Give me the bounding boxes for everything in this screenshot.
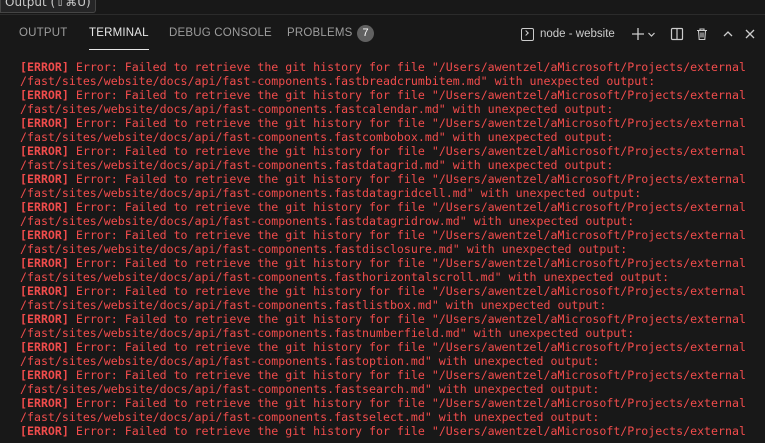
terminal-line: [ERROR] Error: Failed to retrieve the gi…	[20, 60, 765, 74]
tab-terminal[interactable]: TERMINAL	[89, 27, 149, 50]
terminal-line-text: /fast/sites/website/docs/api/fast-compon…	[20, 270, 670, 284]
chevron-down-icon[interactable]	[645, 24, 657, 44]
tab-debug-console-label: DEBUG CONSOLE	[169, 27, 272, 39]
error-tag: [ERROR]	[20, 396, 69, 410]
terminal-line: [ERROR] Error: Failed to retrieve the gi…	[20, 368, 765, 382]
terminal-line-text: /fast/sites/website/docs/api/fast-compon…	[20, 158, 614, 172]
terminal-line-text: /fast/sites/website/docs/api/fast-compon…	[20, 410, 600, 424]
error-tag: [ERROR]	[20, 284, 69, 298]
error-tag: [ERROR]	[20, 172, 69, 186]
terminal-line: [ERROR] Error: Failed to retrieve the gi…	[20, 144, 765, 158]
terminal-line-text: /fast/sites/website/docs/api/fast-compon…	[20, 130, 614, 144]
terminal-line: [ERROR] Error: Failed to retrieve the gi…	[20, 256, 765, 270]
error-tag: [ERROR]	[20, 256, 69, 270]
terminal-line: [ERROR] Error: Failed to retrieve the gi…	[20, 284, 765, 298]
terminal-line: /fast/sites/website/docs/api/fast-compon…	[20, 102, 765, 116]
error-tag: [ERROR]	[20, 60, 69, 74]
terminal-line: /fast/sites/website/docs/api/fast-compon…	[20, 410, 765, 424]
panel-tab-bar: OUTPUT TERMINAL DEBUG CONSOLE PROBLEMS 7…	[0, 14, 765, 55]
error-tag: [ERROR]	[20, 228, 69, 242]
terminal-line-text: /fast/sites/website/docs/api/fast-compon…	[20, 242, 628, 256]
error-tag: [ERROR]	[20, 312, 69, 326]
terminal-picker-label: node - website	[540, 28, 615, 40]
error-tag: [ERROR]	[20, 88, 69, 102]
terminal-line-text: Error: Failed to retrieve the git histor…	[68, 116, 746, 130]
active-tab-indicator	[89, 49, 149, 50]
split-icon[interactable]	[667, 24, 687, 44]
terminal-line: [ERROR] Error: Failed to retrieve the gi…	[20, 340, 765, 354]
terminal-line-text: Error: Failed to retrieve the git histor…	[68, 340, 746, 354]
tab-debug-console[interactable]: DEBUG CONSOLE	[169, 27, 272, 39]
terminal-line-text: Error: Failed to retrieve the git histor…	[68, 256, 746, 270]
terminal-line: [ERROR] Error: Failed to retrieve the gi…	[20, 312, 765, 326]
terminal-output[interactable]: [ERROR] Error: Failed to retrieve the gi…	[20, 60, 765, 443]
terminal-line-text: Error: Failed to retrieve the git histor…	[68, 368, 746, 382]
terminal-line-text: /fast/sites/website/docs/api/fast-compon…	[20, 102, 614, 116]
tab-problems-label: PROBLEMS	[287, 27, 353, 39]
output-tooltip: Output (⇧⌘U)	[0, 0, 96, 13]
terminal-line: [ERROR] Error: Failed to retrieve the gi…	[20, 228, 765, 242]
terminal-line-text: Error: Failed to retrieve the git histor…	[68, 200, 746, 214]
error-tag: [ERROR]	[20, 340, 69, 354]
error-tag: [ERROR]	[20, 144, 69, 158]
terminal-line-text: Error: Failed to retrieve the git histor…	[68, 144, 746, 158]
terminal-line: [ERROR] Error: Failed to retrieve the gi…	[20, 88, 765, 102]
terminal-line: /fast/sites/website/docs/api/fast-compon…	[20, 242, 765, 256]
terminal-line-text: Error: Failed to retrieve the git histor…	[68, 396, 746, 410]
error-tag: [ERROR]	[20, 200, 69, 214]
terminal-line-text: Error: Failed to retrieve the git histor…	[68, 312, 746, 326]
terminal-line: [ERROR] Error: Failed to retrieve the gi…	[20, 116, 765, 130]
terminal-line: /fast/sites/website/docs/api/fast-compon…	[20, 270, 765, 284]
tab-problems[interactable]: PROBLEMS	[287, 27, 353, 39]
terminal-picker[interactable]: node - website	[521, 25, 615, 43]
terminal-line-text: Error: Failed to retrieve the git histor…	[68, 88, 746, 102]
panel: Output (⇧⌘U) OUTPUT TERMINAL DEBUG CONSO…	[0, 0, 765, 443]
terminal-line: /fast/sites/website/docs/api/fast-compon…	[20, 74, 765, 88]
chevron-up-icon[interactable]	[718, 24, 738, 44]
close-icon[interactable]	[740, 24, 760, 44]
terminal-line: [ERROR] Error: Failed to retrieve the gi…	[20, 424, 765, 438]
terminal-line: /fast/sites/website/docs/api/fast-compon…	[20, 214, 765, 228]
terminal-line-text: /fast/sites/website/docs/api/fast-compon…	[20, 354, 600, 368]
terminal-line-text: /fast/sites/website/docs/api/fast-compon…	[20, 298, 607, 312]
terminal-line: /fast/sites/website/docs/api/fast-compon…	[20, 186, 765, 200]
tab-output-label: OUTPUT	[19, 27, 68, 39]
terminal-line: /fast/sites/website/docs/api/fast-compon…	[20, 354, 765, 368]
terminal-line-text: /fast/sites/website/docs/api/fast-compon…	[20, 186, 642, 200]
terminal-line: [ERROR] Error: Failed to retrieve the gi…	[20, 396, 765, 410]
terminal-line-text: /fast/sites/website/docs/api/fast-compon…	[20, 382, 600, 396]
terminal-line-text: Error: Failed to retrieve the git histor…	[68, 172, 746, 186]
terminal-line-text: Error: Failed to retrieve the git histor…	[68, 284, 746, 298]
terminal-line-text: Error: Failed to retrieve the git histor…	[68, 424, 746, 438]
terminal-line: /fast/sites/website/docs/api/fast-compon…	[20, 326, 765, 340]
problems-count-badge: 7	[357, 25, 374, 42]
terminal-line: /fast/sites/website/docs/api/fast-compon…	[20, 158, 765, 172]
error-tag: [ERROR]	[20, 116, 69, 130]
terminal-line: /fast/sites/website/docs/api/fast-compon…	[20, 382, 765, 396]
tab-terminal-label: TERMINAL	[89, 27, 149, 39]
terminal-line-text: /fast/sites/website/docs/api/fast-compon…	[20, 214, 635, 228]
terminal-line: [ERROR] Error: Failed to retrieve the gi…	[20, 172, 765, 186]
terminal-line-text: /fast/sites/website/docs/api/fast-compon…	[20, 74, 656, 88]
terminal-icon	[521, 27, 534, 41]
trash-icon[interactable]	[692, 24, 712, 44]
terminal-line: [ERROR] Error: Failed to retrieve the gi…	[20, 200, 765, 214]
terminal-line-text: Error: Failed to retrieve the git histor…	[68, 60, 746, 74]
terminal-line: /fast/sites/website/docs/api/fast-compon…	[20, 298, 765, 312]
error-tag: [ERROR]	[20, 368, 69, 382]
tab-output[interactable]: OUTPUT	[19, 27, 67, 39]
terminal-line-text: /fast/sites/website/docs/api/fast-compon…	[20, 326, 635, 340]
terminal-line: /fast/sites/website/docs/api/fast-compon…	[20, 130, 765, 144]
error-tag: [ERROR]	[20, 424, 69, 438]
terminal-line-text: Error: Failed to retrieve the git histor…	[68, 228, 746, 242]
